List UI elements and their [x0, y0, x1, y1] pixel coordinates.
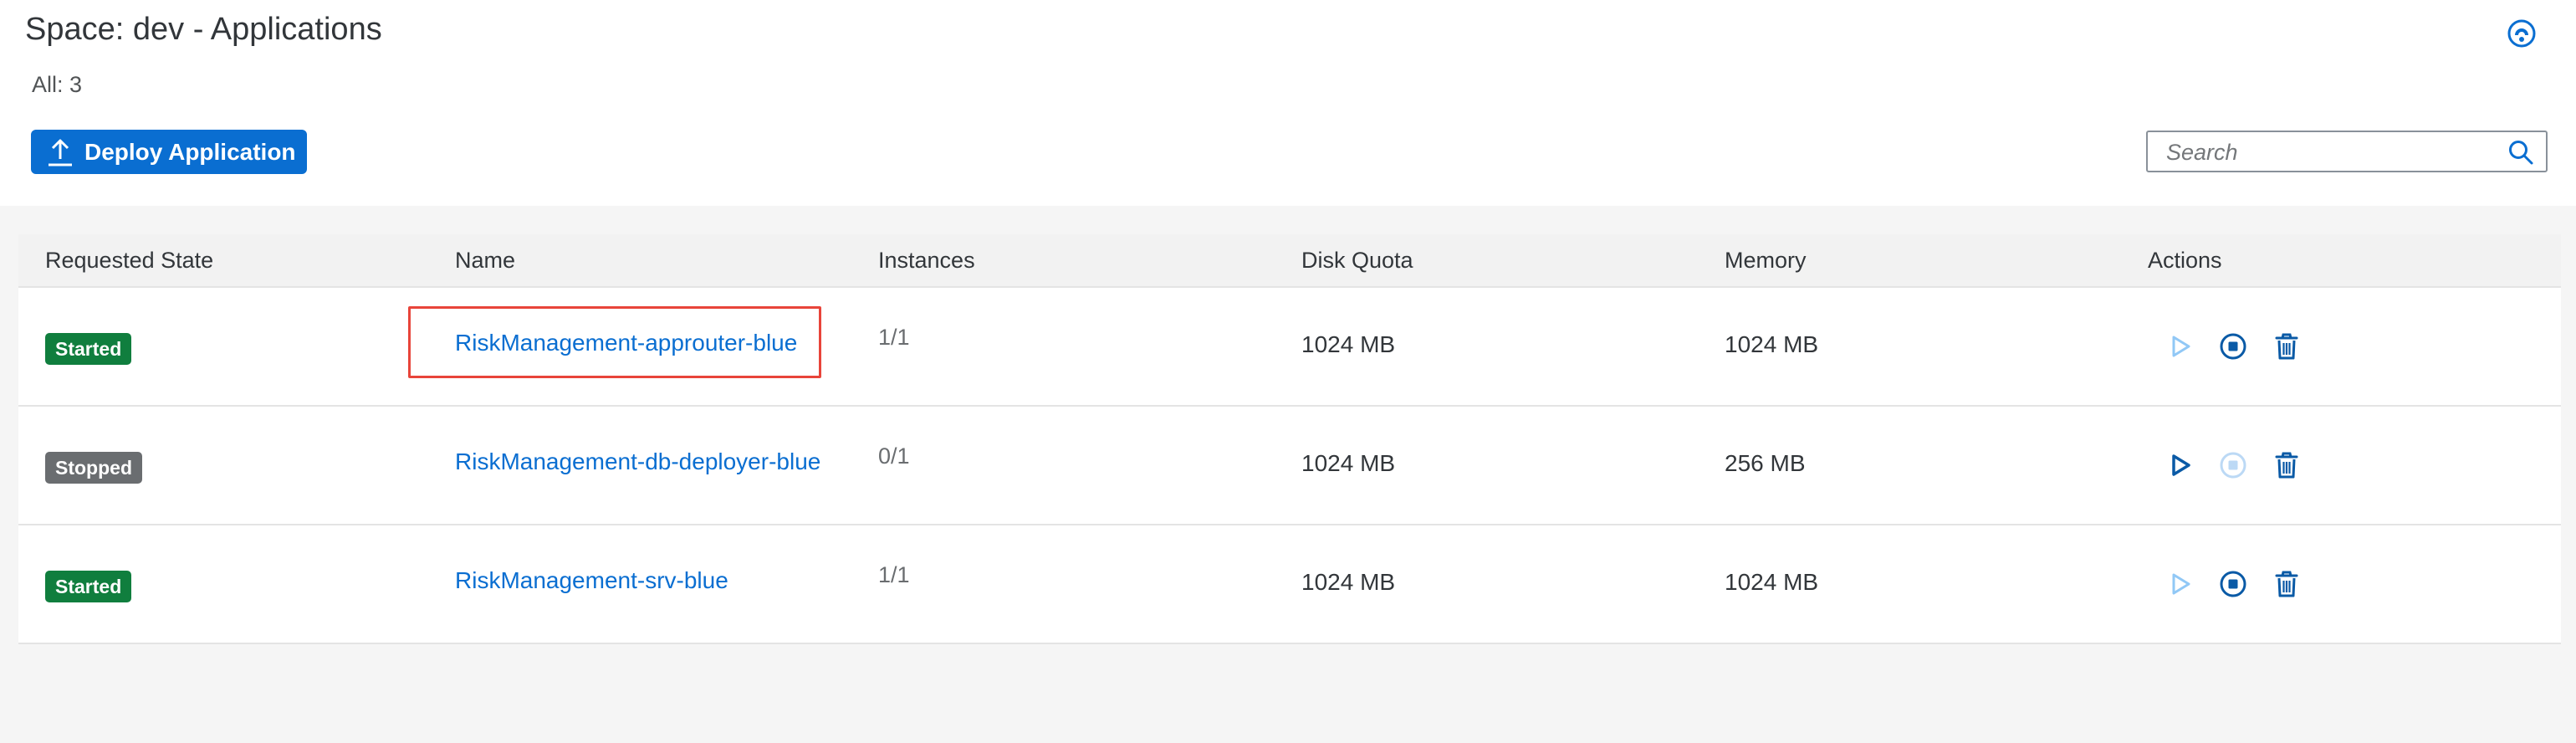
page-title: Space: dev - Applications — [25, 12, 382, 47]
deploy-application-button[interactable]: Deploy Application — [31, 130, 307, 174]
table-header: Requested State Name Instances Disk Quot… — [18, 234, 2561, 288]
memory-value: 1024 MB — [1725, 569, 1819, 595]
column-header-disk-quota[interactable]: Disk Quota — [1301, 248, 1413, 274]
table-row[interactable]: Started RiskManagement-approuter-blue 1/… — [18, 288, 2561, 407]
deploy-button-label: Deploy Application — [84, 138, 296, 165]
start-icon[interactable] — [2165, 450, 2195, 480]
start-icon[interactable] — [2165, 569, 2195, 599]
instances-value: 1/1 — [878, 325, 910, 350]
delete-icon[interactable] — [2272, 569, 2302, 599]
column-header-memory[interactable]: Memory — [1725, 248, 1807, 274]
table-row[interactable]: Started RiskManagement-srv-blue 1/1 1024… — [18, 525, 2561, 644]
application-name-link[interactable]: RiskManagement-approuter-blue — [455, 330, 797, 356]
delete-icon[interactable] — [2272, 331, 2302, 361]
disk-quota-value: 1024 MB — [1301, 331, 1396, 357]
stop-icon[interactable] — [2218, 331, 2248, 361]
memory-value: 256 MB — [1725, 450, 1806, 476]
upload-icon — [49, 139, 72, 166]
column-header-actions: Actions — [2148, 248, 2222, 273]
page-header: Space: dev - Applications All: 3 Deploy … — [0, 0, 2576, 206]
status-badge: Started — [45, 571, 132, 602]
instances-value: 0/1 — [878, 443, 910, 469]
application-name-link[interactable]: RiskManagement-db-deployer-blue — [455, 448, 820, 475]
applications-table: Requested State Name Instances Disk Quot… — [18, 234, 2561, 644]
column-header-name[interactable]: Name — [455, 248, 515, 274]
search-input[interactable] — [2165, 132, 2502, 172]
stop-icon[interactable] — [2218, 569, 2248, 599]
search-icon[interactable] — [2507, 139, 2534, 166]
instances-value: 1/1 — [878, 562, 910, 587]
delete-icon[interactable] — [2272, 450, 2302, 480]
column-header-requested-state[interactable]: Requested State — [45, 248, 213, 274]
application-name-link[interactable]: RiskManagement-srv-blue — [455, 567, 728, 594]
search-field[interactable] — [2146, 131, 2548, 172]
table-row[interactable]: Stopped RiskManagement-db-deployer-blue … — [18, 407, 2561, 525]
status-badge: Started — [45, 333, 132, 365]
disk-quota-value: 1024 MB — [1301, 569, 1396, 595]
start-icon[interactable] — [2165, 331, 2195, 361]
item-count: All: 3 — [32, 72, 83, 97]
memory-value: 1024 MB — [1725, 331, 1819, 357]
disk-quota-value: 1024 MB — [1301, 450, 1396, 476]
help-icon[interactable] — [2505, 17, 2538, 50]
status-badge: Stopped — [45, 452, 142, 484]
column-header-instances[interactable]: Instances — [878, 248, 975, 274]
stop-icon[interactable] — [2218, 450, 2248, 480]
